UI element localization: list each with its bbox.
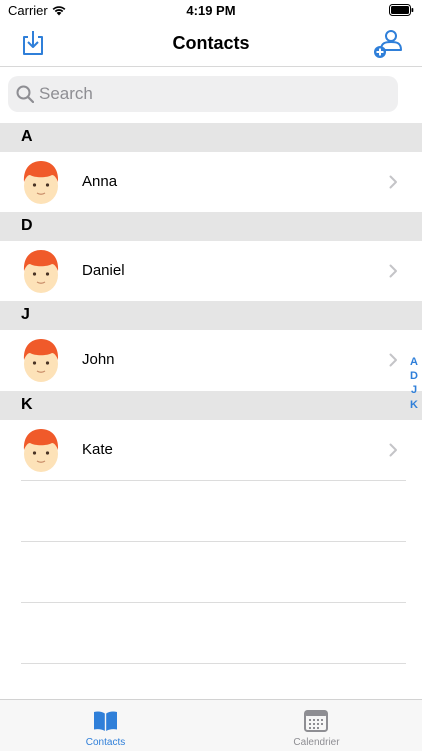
- status-bar: Carrier 4:19 PM: [0, 0, 422, 22]
- section-index[interactable]: A D J K: [407, 355, 421, 412]
- tab-calendrier[interactable]: Calendrier: [211, 700, 422, 751]
- contact-name: John: [82, 351, 115, 368]
- contact-name: Anna: [82, 173, 118, 190]
- section-letter: A: [21, 128, 33, 145]
- section-header-d: D: [0, 212, 422, 241]
- contact-row-john[interactable]: John: [0, 330, 422, 390]
- section-header-k: K: [0, 391, 422, 420]
- search-input[interactable]: [39, 80, 379, 108]
- contact-row-anna[interactable]: Anna: [0, 152, 422, 212]
- row-separator: [21, 541, 406, 542]
- tab-bar: Contacts Calendrier: [0, 699, 422, 751]
- status-time: 4:19 PM: [186, 3, 236, 18]
- index-letter-k[interactable]: K: [407, 398, 421, 412]
- page-title: Contacts: [172, 33, 250, 53]
- search-bar[interactable]: [8, 76, 398, 112]
- battery-icon: [389, 4, 414, 16]
- index-letter-d[interactable]: D: [407, 369, 421, 383]
- section-header-j: J: [0, 301, 422, 330]
- row-separator: [21, 602, 406, 603]
- avatar-icon: [23, 161, 59, 204]
- add-contact-button[interactable]: [373, 29, 403, 59]
- calendar-icon: [304, 710, 328, 732]
- avatar-icon: [23, 339, 59, 382]
- navigation-bar: Contacts: [0, 22, 422, 67]
- index-letter-a[interactable]: A: [407, 355, 421, 369]
- chevron-right-icon: [389, 264, 397, 278]
- tab-contacts[interactable]: Contacts: [0, 700, 211, 751]
- contact-name: Kate: [82, 441, 113, 458]
- book-icon: [94, 711, 117, 731]
- add-contact-icon: [374, 30, 402, 58]
- index-letter-j[interactable]: J: [407, 383, 421, 397]
- avatar-icon: [23, 429, 59, 472]
- chevron-right-icon: [389, 353, 397, 367]
- search-icon: [16, 85, 34, 103]
- tab-label: Contacts: [85, 737, 126, 748]
- chevron-right-icon: [389, 175, 397, 189]
- row-separator: [21, 663, 406, 664]
- section-letter: J: [21, 306, 30, 323]
- section-letter: K: [21, 396, 33, 413]
- tab-label: Calendrier: [293, 737, 340, 748]
- section-letter: D: [21, 217, 33, 234]
- contact-name: Daniel: [82, 262, 125, 279]
- contact-row-daniel[interactable]: Daniel: [0, 241, 422, 301]
- row-separator: [21, 480, 406, 481]
- chevron-right-icon: [389, 443, 397, 457]
- contact-row-kate[interactable]: Kate: [0, 420, 422, 480]
- avatar-icon: [23, 250, 59, 293]
- section-header-a: A: [0, 123, 422, 152]
